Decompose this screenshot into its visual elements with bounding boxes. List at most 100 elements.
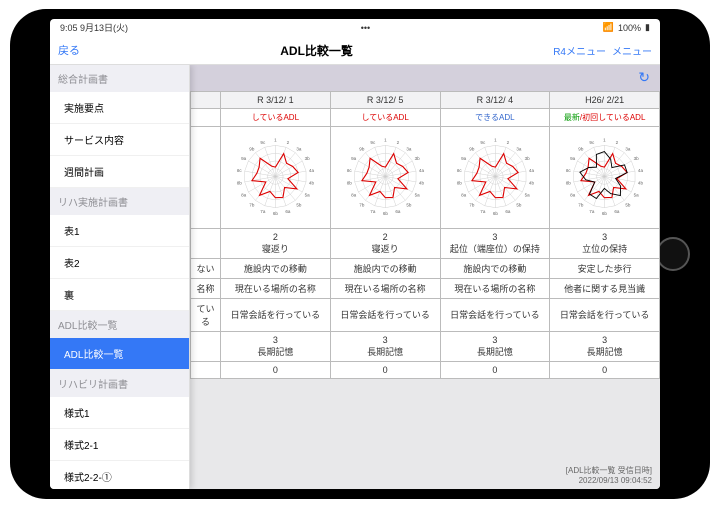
row-cell: 0 [550, 361, 660, 378]
svg-text:8a: 8a [570, 192, 576, 197]
sidebar[interactable]: 総合計画書実施要点サービス内容週間計画リハ実施計画書表1表2裏ADL比較一覧AD… [50, 65, 190, 489]
row-cell: 現在いる場所の名称 [221, 278, 331, 298]
sidebar-group-header: ADL比較一覧 [50, 311, 189, 338]
adl-type-cell: 最新/初回しているADL [550, 108, 660, 126]
row-cell: 日常会話を行っている [440, 298, 550, 331]
sidebar-group-header: リハビリ計画書 [50, 370, 189, 397]
row-cell: 3長期記憶 [330, 331, 440, 361]
row-cell: ている [191, 298, 221, 331]
svg-text:4a: 4a [309, 167, 315, 172]
svg-text:6a: 6a [395, 208, 401, 213]
sidebar-item[interactable]: サービス内容 [50, 124, 189, 156]
row-cell: 2寝返り [221, 228, 331, 258]
row-cell: 3長期記憶 [221, 331, 331, 361]
page-title: ADL比較一覧 [280, 42, 353, 59]
sidebar-item[interactable]: ADL比較一覧 [50, 338, 189, 370]
row-cell: 安定した歩行 [550, 258, 660, 278]
sidebar-item[interactable]: 様式2-2-① [50, 461, 189, 489]
sidebar-item[interactable]: 様式1 [50, 397, 189, 429]
svg-text:9c: 9c [370, 139, 376, 144]
wifi-icon: 📶 [603, 22, 614, 33]
row-cell: 施設内での移動 [330, 258, 440, 278]
radar-chart-cell: 123a3b4a4b5a5b6a6b7a7b8a8b8c9a9b9c [221, 126, 331, 228]
svg-text:7a: 7a [590, 208, 596, 213]
r4-menu-button[interactable]: R4メニュー [553, 43, 606, 58]
svg-text:4a: 4a [528, 167, 534, 172]
svg-text:7b: 7b [469, 202, 475, 207]
svg-text:9b: 9b [579, 146, 585, 151]
svg-text:6a: 6a [505, 208, 511, 213]
svg-text:6a: 6a [285, 208, 291, 213]
svg-text:9a: 9a [570, 156, 576, 161]
svg-text:4b: 4b [528, 180, 534, 185]
row-cell: 0 [221, 361, 331, 378]
row-cell: 施設内での移動 [221, 258, 331, 278]
svg-text:4b: 4b [419, 180, 425, 185]
row-cell: ない [191, 258, 221, 278]
row-cell: 日常会話を行っている [550, 298, 660, 331]
svg-text:7b: 7b [249, 202, 255, 207]
sidebar-item[interactable]: 様式2-1 [50, 429, 189, 461]
row-cell: 日常会話を行っている [330, 298, 440, 331]
radar-chart-cell: 123a3b4a4b5a5b6a6b7a7b8a8b8c9a9b9c [550, 126, 660, 228]
back-button[interactable]: 戻る [58, 42, 80, 58]
footer-timestamp: 2022/09/13 09:04:52 [579, 476, 652, 485]
svg-text:8c: 8c [237, 167, 243, 172]
svg-text:6a: 6a [615, 208, 621, 213]
row-cell: 0 [440, 361, 550, 378]
svg-text:8c: 8c [347, 167, 353, 172]
sidebar-item[interactable]: 週間計画 [50, 156, 189, 188]
svg-text:9c: 9c [260, 139, 266, 144]
date-cell: R 3/12/ 4 [440, 91, 550, 108]
row-cell [191, 361, 221, 378]
status-time: 9:05 9月13日(火) [60, 21, 128, 34]
svg-text:5b: 5b [626, 202, 632, 207]
svg-text:9a: 9a [461, 156, 467, 161]
tablet-frame: 9:05 9月13日(火) ••• 📶 100% ▮ 戻る ADL比較一覧 R4… [10, 9, 710, 499]
svg-text:3b: 3b [305, 156, 311, 161]
screen: 9:05 9月13日(火) ••• 📶 100% ▮ 戻る ADL比較一覧 R4… [50, 19, 660, 489]
sidebar-item[interactable]: 表2 [50, 247, 189, 279]
svg-text:7a: 7a [480, 208, 486, 213]
battery-label: 100% [618, 23, 641, 33]
svg-text:8b: 8b [347, 180, 353, 185]
svg-text:5a: 5a [305, 192, 311, 197]
svg-text:9a: 9a [241, 156, 247, 161]
home-button[interactable] [656, 237, 690, 271]
sidebar-item[interactable]: 表1 [50, 215, 189, 247]
svg-text:7a: 7a [370, 208, 376, 213]
row-cell: 0 [330, 361, 440, 378]
svg-text:9c: 9c [480, 139, 486, 144]
svg-text:3a: 3a [516, 146, 522, 151]
sidebar-item[interactable]: 実施要点 [50, 92, 189, 124]
row-cell: 名称 [191, 278, 221, 298]
svg-text:8b: 8b [566, 180, 572, 185]
row-cell [191, 228, 221, 258]
svg-text:1: 1 [494, 137, 497, 142]
refresh-icon[interactable]: ↻ [638, 69, 650, 86]
svg-text:5a: 5a [634, 192, 640, 197]
svg-text:5a: 5a [524, 192, 530, 197]
svg-text:9b: 9b [249, 146, 255, 151]
footer-label: [ADL比較一覧 受信日時] [566, 466, 652, 475]
svg-text:5b: 5b [296, 202, 302, 207]
svg-text:5b: 5b [406, 202, 412, 207]
row-cell: 日常会話を行っている [221, 298, 331, 331]
row-cell: 2寝返り [330, 228, 440, 258]
svg-text:4b: 4b [638, 180, 644, 185]
row-cell: 現在いる場所の名称 [330, 278, 440, 298]
sidebar-item[interactable]: 裏 [50, 279, 189, 311]
svg-text:3a: 3a [406, 146, 412, 151]
menu-button[interactable]: メニュー [612, 43, 652, 58]
row-cell: 現在いる場所の名称 [440, 278, 550, 298]
row-cell: 3長期記憶 [550, 331, 660, 361]
sidebar-group-header: 総合計画書 [50, 65, 189, 92]
svg-text:6b: 6b [273, 210, 279, 215]
svg-text:4b: 4b [309, 180, 315, 185]
sidebar-group-header: リハ実施計画書 [50, 188, 189, 215]
svg-text:8b: 8b [237, 180, 243, 185]
svg-text:1: 1 [603, 137, 606, 142]
comparison-grid[interactable]: R 3/12/ 1R 3/12/ 5R 3/12/ 4H26/ 2/21している… [190, 91, 660, 461]
date-cell: R 3/12/ 1 [221, 91, 331, 108]
svg-text:2: 2 [616, 139, 619, 144]
